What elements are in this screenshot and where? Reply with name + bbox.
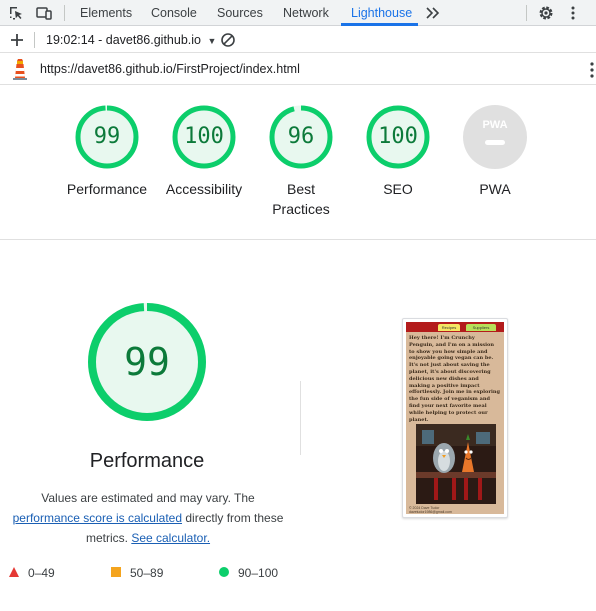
toolbar-divider — [526, 5, 527, 21]
new-report-plus-icon[interactable] — [8, 31, 26, 49]
gauge-label-performance: Performance — [66, 181, 148, 197]
gauge-seo[interactable]: 100 — [366, 105, 430, 169]
thumbnail-penguin-carrot-illustration — [416, 424, 496, 504]
report-url-bar: https://davet86.github.io/FirstProject/i… — [0, 54, 596, 85]
legend-range: 90–100 — [238, 566, 279, 580]
gauge-score: 99 — [93, 124, 121, 149]
performance-title: Performance — [89, 450, 205, 472]
gauge-accessibility[interactable]: 100 — [172, 105, 236, 169]
final-screenshot-thumbnail[interactable]: Recipes Suppliers Hey there! I'm Crunchy… — [402, 318, 508, 518]
gauge-pwa[interactable]: PWA — [463, 105, 527, 169]
red-triangle-icon — [9, 567, 19, 577]
legend-fail: 0–49 — [8, 566, 55, 580]
gauge-label-seo: SEO — [383, 181, 413, 197]
legend-average: 50–89 — [110, 566, 163, 580]
lighthouse-logo-icon — [13, 59, 27, 80]
report-select[interactable]: 19:02:14 - davet86.github.io ▼ — [46, 27, 216, 53]
tab-console[interactable]: Console — [151, 0, 197, 26]
pwa-badge-icon: PWA — [463, 105, 527, 169]
section-divider — [0, 239, 596, 240]
legend-pass: 90–100 — [218, 566, 278, 580]
see-calculator-link[interactable]: See calculator. — [131, 531, 210, 545]
gauge-score: 100 — [184, 124, 224, 149]
vertical-divider — [300, 381, 301, 455]
note-text-start: Values are estimated and may vary. The — [41, 491, 255, 505]
legend-range: 50–89 — [130, 566, 164, 580]
gauge-best-practices[interactable]: 96 — [269, 105, 333, 169]
pwa-badge-text: PWA — [482, 119, 507, 131]
thumbnail-page: Recipes Suppliers Hey there! I'm Crunchy… — [406, 322, 504, 514]
more-tabs-chevron-icon[interactable] — [424, 4, 442, 22]
legend-range: 0–49 — [28, 566, 55, 580]
gauge-performance[interactable]: 99 — [75, 105, 139, 169]
performance-score-link[interactable]: performance score is calculated — [13, 511, 182, 525]
thumbnail-footer: © 2024 Dave Tudor davetudor1986@gmail.co… — [409, 506, 452, 514]
report-url: https://davet86.github.io/FirstProject/i… — [40, 62, 300, 76]
green-circle-icon — [219, 567, 229, 577]
gauge-label-pwa: PWA — [479, 181, 511, 197]
report-menu-kebab-icon[interactable] — [584, 60, 596, 80]
report-select-label: 19:02:14 - davet86.github.io — [46, 33, 201, 47]
active-tab-indicator — [341, 23, 418, 26]
tab-network[interactable]: Network — [283, 0, 329, 26]
devtools-tab-bar: Elements Console Sources Network Lightho… — [0, 0, 596, 26]
gauge-label-accessibility: Accessibility — [165, 181, 243, 197]
thumbnail-nav-bar: Recipes Suppliers — [406, 322, 504, 332]
settings-gear-icon[interactable] — [537, 4, 555, 22]
orange-square-icon — [111, 567, 121, 577]
thumbnail-tab-recipes: Recipes — [438, 324, 460, 331]
tab-elements[interactable]: Elements — [80, 0, 132, 26]
clear-reports-icon[interactable] — [219, 31, 237, 49]
toolbar-divider — [64, 5, 65, 21]
performance-note: Values are estimated and may vary. The p… — [0, 488, 296, 548]
performance-score: 99 — [124, 340, 170, 384]
thumbnail-tab-suppliers: Suppliers — [466, 324, 496, 331]
gauge-score: 100 — [378, 124, 418, 149]
more-options-kebab-icon[interactable] — [564, 4, 582, 22]
tab-sources[interactable]: Sources — [217, 0, 263, 26]
device-toolbar-icon[interactable] — [35, 4, 53, 22]
toolbar-divider — [34, 32, 35, 48]
thumbnail-intro-text: Hey there! I'm Crunchy Penguin, and I'm … — [409, 335, 501, 423]
gauge-label-best-practices: Best Practices — [272, 181, 330, 217]
inspect-element-icon[interactable] — [7, 4, 25, 22]
gauge-score: 96 — [287, 124, 315, 149]
dropdown-triangle-icon: ▼ — [207, 36, 217, 46]
lighthouse-toolbar: 19:02:14 - davet86.github.io ▼ — [0, 27, 596, 53]
